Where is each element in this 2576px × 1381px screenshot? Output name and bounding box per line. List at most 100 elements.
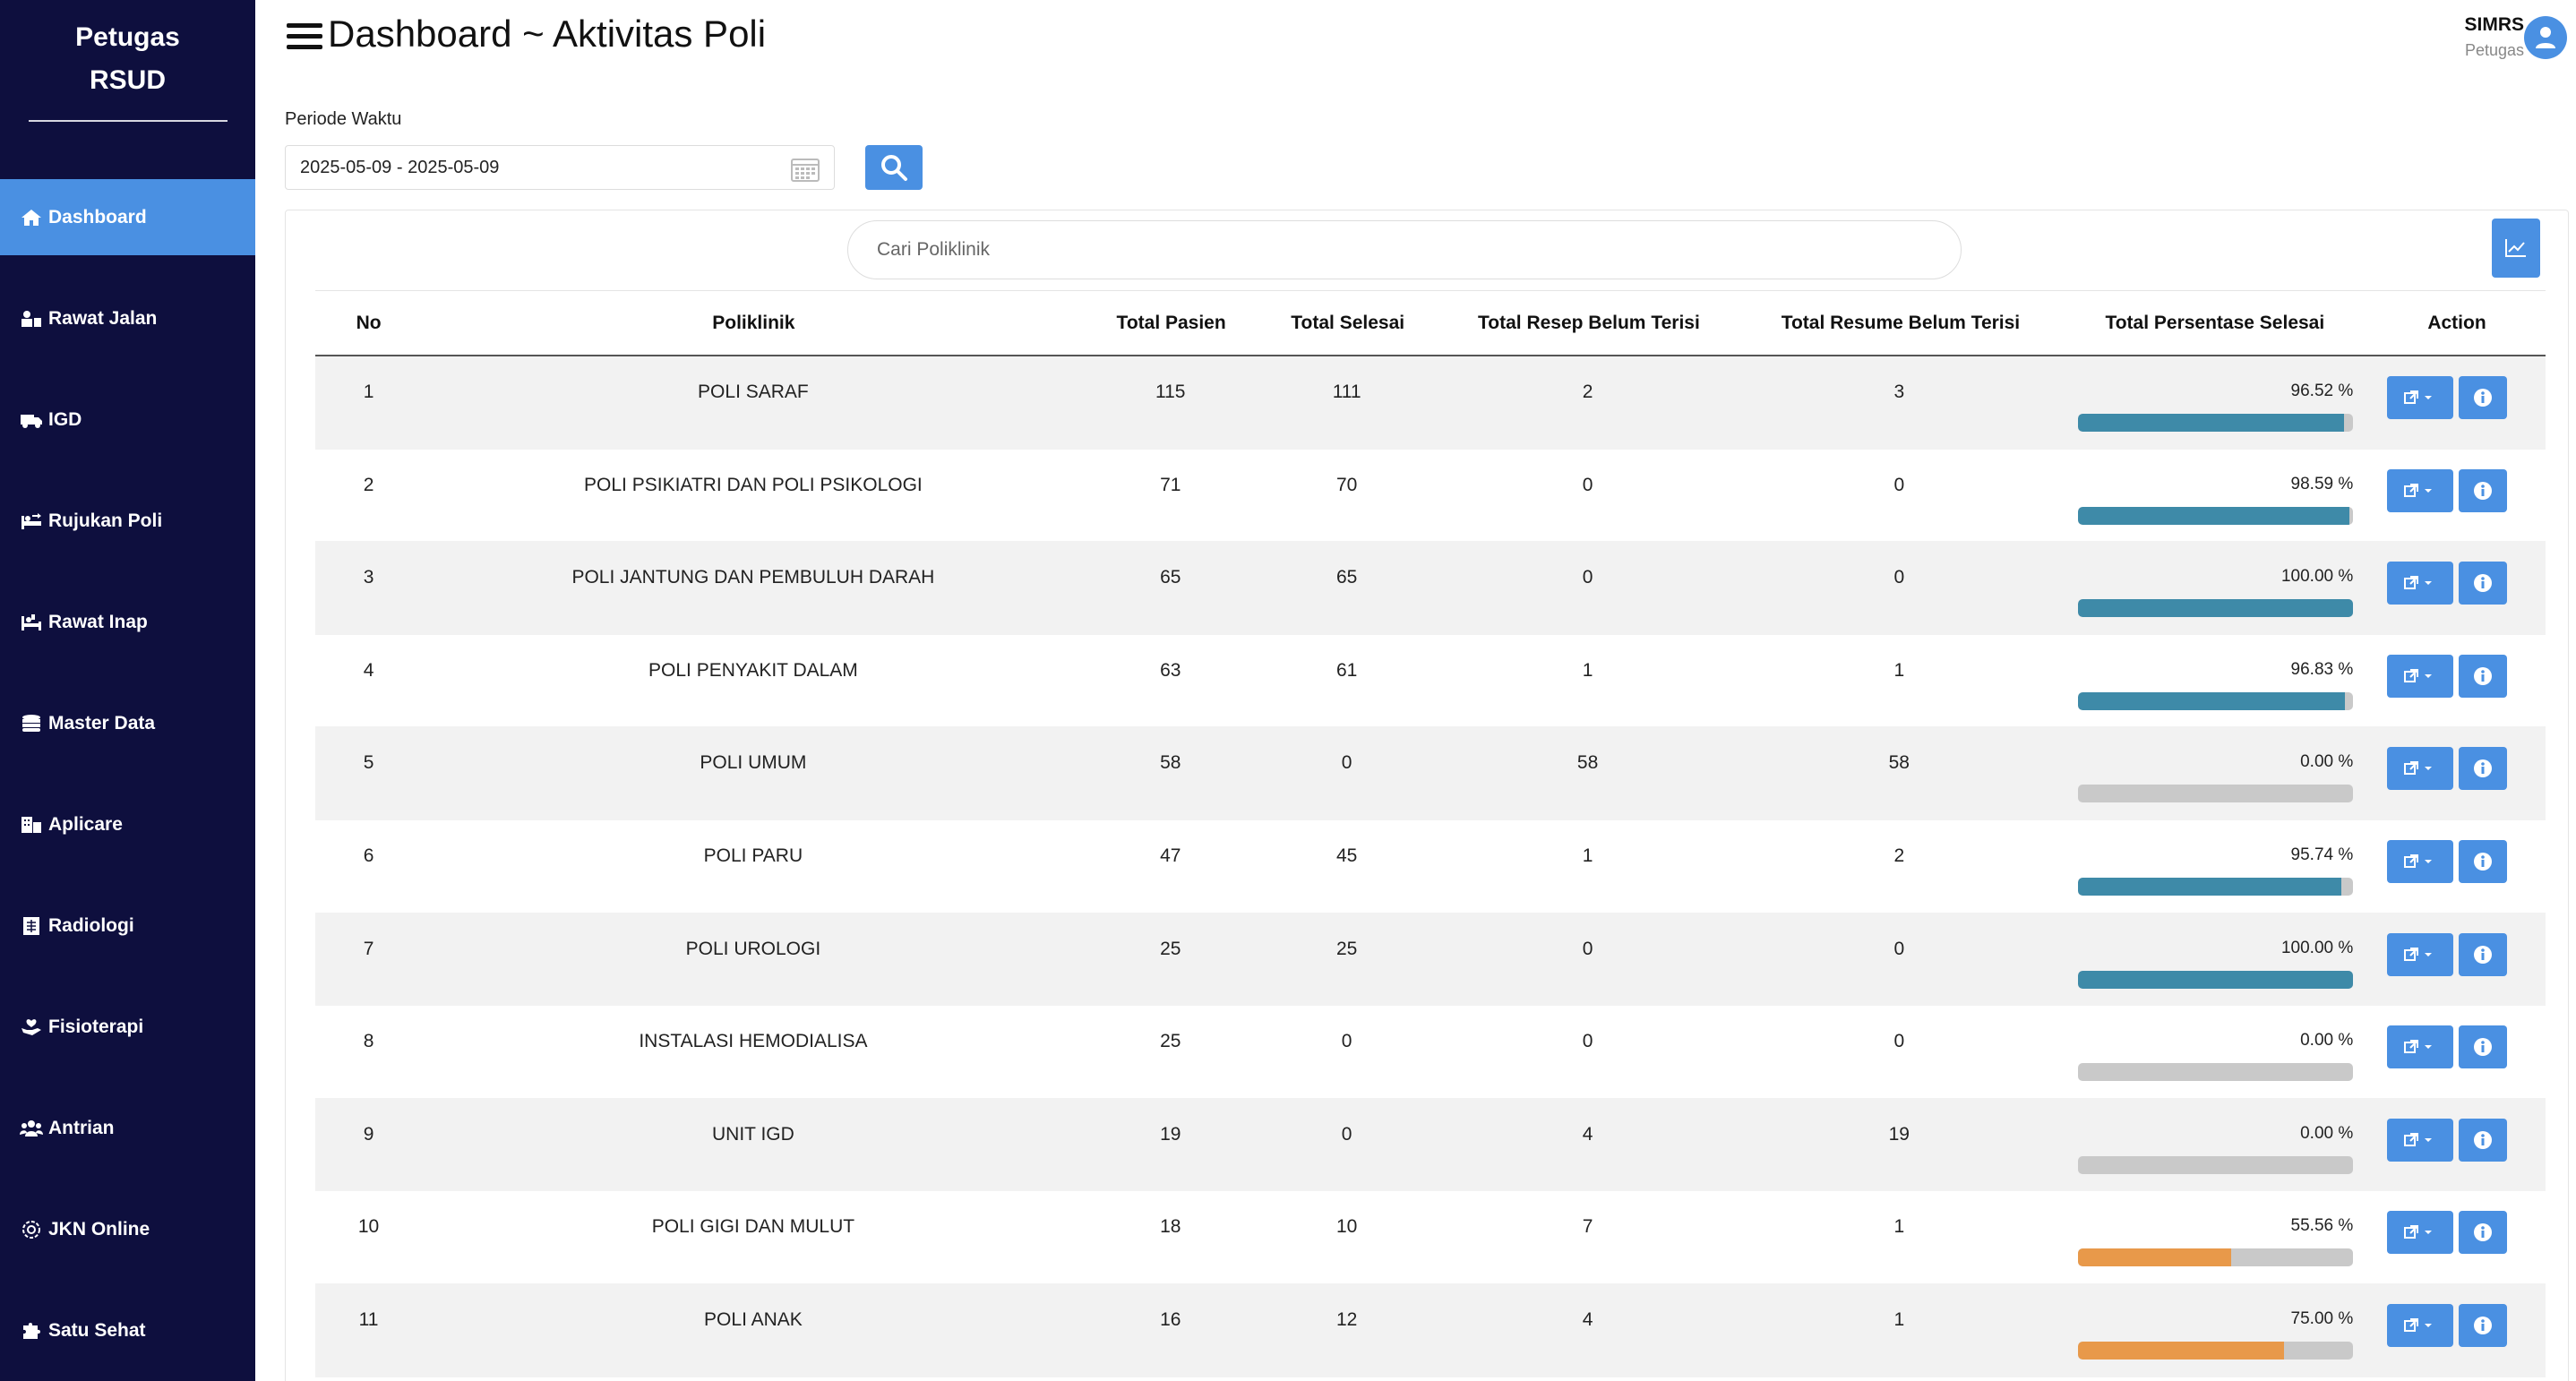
- percentage-text: 96.52 %: [2290, 382, 2354, 400]
- open-dropdown-button[interactable]: [2387, 839, 2454, 883]
- ambulance-icon: [20, 410, 43, 430]
- cell-poliklinik: POLI UMUM: [700, 752, 807, 774]
- menu-toggle-icon[interactable]: [287, 23, 322, 54]
- info-button[interactable]: [2459, 654, 2508, 698]
- table-row: 4 POLI PENYAKIT DALAM 63 61 1 1 96.83 %: [315, 635, 2546, 728]
- line-chart-icon: [2505, 239, 2526, 257]
- cell-total-pasien: 71: [1160, 474, 1181, 495]
- cell-total-pasien: 47: [1160, 845, 1181, 866]
- open-dropdown-button[interactable]: [2387, 562, 2454, 605]
- sidebar-item-radiologi[interactable]: Radiologi: [0, 888, 255, 964]
- building-icon: [20, 815, 43, 835]
- open-dropdown-button[interactable]: [2387, 1211, 2454, 1255]
- info-button[interactable]: [2459, 839, 2508, 883]
- open-dropdown-button[interactable]: [2387, 654, 2454, 698]
- table-row: 6 POLI PARU 47 45 1 2 95.74 %: [315, 820, 2546, 914]
- info-button[interactable]: [2459, 747, 2508, 791]
- cell-resep: 0: [1582, 474, 1593, 495]
- cell-no: 2: [363, 474, 374, 495]
- sidebar-item-antrian[interactable]: Antrian: [0, 1090, 255, 1166]
- cell-action: [2367, 914, 2546, 976]
- brand: Petugas RSUD: [0, 0, 255, 102]
- open-dropdown-button[interactable]: [2387, 932, 2454, 976]
- table-row: 1 POLI SARAF 115 111 2 3 96.52 %: [315, 356, 2546, 450]
- date-range-input[interactable]: 2025-05-09 - 2025-05-09: [285, 145, 835, 190]
- percentage-text: 95.74 %: [2290, 845, 2354, 864]
- search-icon: [881, 155, 907, 181]
- database-icon: [20, 714, 43, 733]
- cell-resep: 1: [1582, 659, 1593, 681]
- sidebar-item-jkn-online[interactable]: JKN Online: [0, 1191, 255, 1267]
- percentage-text: 75.00 %: [2290, 1308, 2354, 1328]
- cell-poliklinik: POLI PARU: [703, 845, 803, 866]
- cell-resep: 0: [1582, 938, 1593, 959]
- cell-resep: 4: [1582, 1123, 1593, 1145]
- info-button[interactable]: [2459, 1303, 2508, 1347]
- chart-button[interactable]: [2492, 219, 2540, 278]
- progress-bar: [2077, 970, 2354, 989]
- progress-fill: [2077, 599, 2354, 618]
- external-link-icon: [2404, 483, 2433, 497]
- cell-total-pasien: 19: [1160, 1123, 1181, 1145]
- sidebar: Petugas RSUD Dashboard Rawat Jalan IGD Ruju…: [0, 0, 255, 1381]
- header-resume: Total Resume Belum Terisi: [1781, 312, 2021, 333]
- info-button[interactable]: [2459, 562, 2508, 605]
- percentage-text: 55.56 %: [2290, 1216, 2354, 1236]
- cell-resep: 4: [1582, 1308, 1593, 1330]
- info-button[interactable]: [2459, 1025, 2508, 1069]
- sidebar-item-master-data[interactable]: Master Data: [0, 685, 255, 761]
- cell-action: [2367, 542, 2546, 605]
- calendar-icon[interactable]: [791, 157, 820, 182]
- external-link-icon: [2404, 390, 2433, 404]
- external-link-icon: [2404, 1225, 2433, 1239]
- search-button[interactable]: [865, 145, 923, 190]
- cell-total-selesai: 25: [1335, 938, 1358, 959]
- cell-total-pasien: 115: [1155, 382, 1186, 402]
- poli-search-input[interactable]: Cari Poliklinik: [847, 220, 1962, 279]
- open-dropdown-button[interactable]: [2387, 1118, 2454, 1162]
- open-dropdown-button[interactable]: [2387, 1303, 2454, 1347]
- progress-fill: [2077, 1248, 2231, 1267]
- external-link-icon: [2404, 1132, 2433, 1146]
- external-link-icon: [2404, 853, 2433, 868]
- info-button[interactable]: [2459, 932, 2508, 976]
- info-button[interactable]: [2459, 1118, 2508, 1162]
- sidebar-nav: Dashboard Rawat Jalan IGD Rujukan Poli Rawat…: [0, 179, 255, 1368]
- open-dropdown-button[interactable]: [2387, 747, 2454, 791]
- avatar[interactable]: [2524, 16, 2567, 59]
- percentage-text: 100.00 %: [2280, 938, 2354, 957]
- percentage-text: 96.83 %: [2290, 659, 2354, 679]
- cell-total-pasien: 65: [1160, 567, 1181, 588]
- cell-total-selesai: 61: [1335, 659, 1358, 681]
- open-dropdown-button[interactable]: [2387, 468, 2454, 512]
- info-icon: [2474, 1130, 2493, 1149]
- sidebar-item-rawat-inap[interactable]: Rawat Inap: [0, 584, 255, 660]
- cell-total-selesai: 111: [1332, 382, 1361, 402]
- cell-total-pasien: 25: [1160, 1031, 1181, 1052]
- cell-resume: 0: [1893, 567, 1905, 588]
- sidebar-item-dashboard[interactable]: Dashboard: [0, 179, 255, 255]
- cell-action: [2367, 450, 2546, 512]
- sidebar-item-satu-sehat[interactable]: Satu Sehat: [0, 1292, 255, 1368]
- cell-total-selesai: 45: [1335, 845, 1358, 866]
- sidebar-item-fisioterapi[interactable]: Fisioterapi: [0, 989, 255, 1065]
- sidebar-item-rawat-jalan[interactable]: Rawat Jalan: [0, 280, 255, 356]
- info-button[interactable]: [2459, 376, 2508, 419]
- hand-care-icon: [20, 1017, 43, 1037]
- open-dropdown-button[interactable]: [2387, 1025, 2454, 1069]
- info-icon: [2474, 1223, 2493, 1242]
- cell-resume: 1: [1893, 659, 1905, 681]
- info-button[interactable]: [2459, 468, 2508, 512]
- cell-resume: 1: [1893, 1308, 1905, 1330]
- sidebar-item-aplicare[interactable]: Aplicare: [0, 786, 255, 862]
- cell-resep: 0: [1582, 567, 1593, 588]
- cell-poliklinik: POLI SARAF: [698, 382, 809, 402]
- external-link-icon: [2404, 947, 2433, 961]
- info-button[interactable]: [2459, 1211, 2508, 1255]
- sidebar-item-rujukan-poli[interactable]: Rujukan Poli: [0, 483, 255, 559]
- sidebar-item-igd[interactable]: IGD: [0, 382, 255, 458]
- open-dropdown-button[interactable]: [2387, 376, 2454, 419]
- cell-resume: 58: [1888, 752, 1910, 774]
- page-title: Dashboard ~ Aktivitas Poli: [328, 13, 767, 55]
- user-info[interactable]: SIMRS Petugas: [2464, 14, 2524, 60]
